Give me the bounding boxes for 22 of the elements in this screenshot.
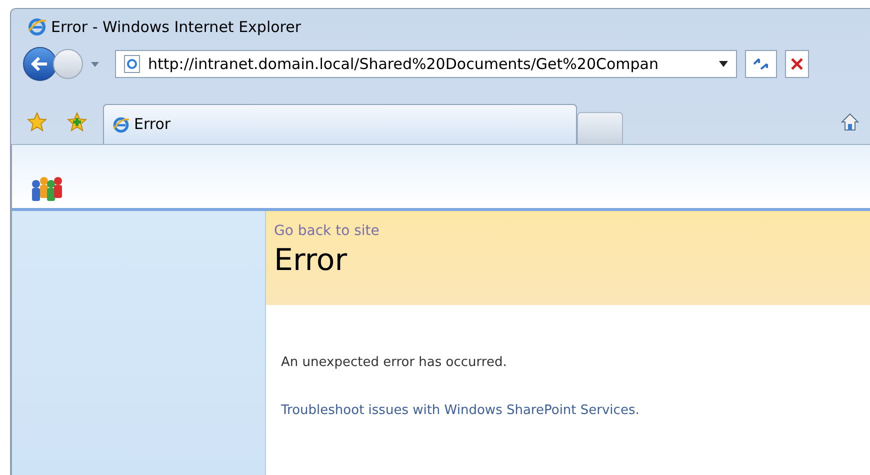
people-logo-icon [29,176,65,202]
address-field[interactable]: http://intranet.domain.local/Shared%20Documents/Get%20Compan [115,50,737,78]
troubleshoot-link[interactable]: Troubleshoot issues with Windows SharePoint Services. [281,400,640,420]
browser-tab[interactable]: Error [103,104,577,144]
home-icon[interactable] [840,112,860,132]
page-heading: Error [274,242,348,280]
browser-logo-icon [27,17,47,37]
refresh-button[interactable] [745,50,777,78]
close-icon [791,58,803,70]
add-star-icon[interactable] [67,112,87,132]
error-message: An unexpected error has occurred. [281,354,507,372]
stop-button[interactable] [785,50,809,78]
page-icon [124,55,140,73]
back-to-site-link[interactable]: Go back to site [274,221,380,242]
back-arrow-icon [31,56,49,72]
refresh-icon [752,57,770,71]
url-text: http://intranet.domain.local/Shared%20Documents/Get%20Compan [148,54,660,75]
dropdown-caret-icon[interactable] [719,61,728,67]
window-title: Error - Windows Internet Explorer [51,16,302,38]
back-button[interactable] [23,47,57,81]
browser-logo-icon [112,116,130,134]
star-icon[interactable] [27,112,47,132]
